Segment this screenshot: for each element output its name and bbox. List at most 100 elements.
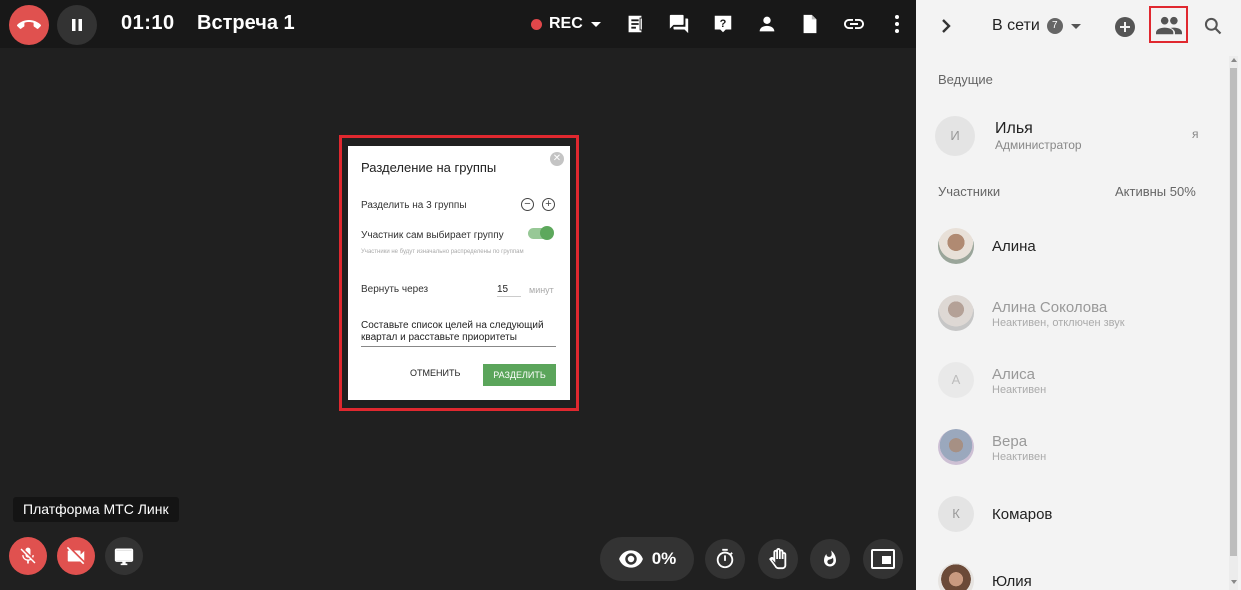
camera-toggle-button[interactable] (57, 537, 95, 575)
camera-off-icon (66, 546, 85, 565)
viewers-stat-button[interactable]: 0% (600, 537, 694, 581)
participant-role: Администратор (995, 138, 1082, 152)
raise-hand-button[interactable] (758, 539, 798, 579)
participant-button[interactable] (754, 11, 780, 37)
avatar: А (938, 362, 974, 398)
participant-row[interactable]: Алина Соколова Неактивен, отключен звук (916, 283, 1226, 343)
top-toolbar: 01:10 Встреча 1 REC ? (0, 0, 916, 48)
link-button[interactable] (841, 11, 867, 37)
online-filter-dropdown[interactable]: В сети 7 (992, 17, 1081, 35)
close-icon[interactable]: ✕ (550, 152, 564, 166)
platform-tooltip: Платформа МТС Линк (13, 497, 179, 522)
avatar (938, 429, 974, 465)
picture-in-picture-button[interactable] (863, 539, 903, 579)
svg-text:?: ? (720, 18, 727, 30)
avatar (938, 295, 974, 331)
notes-button[interactable] (622, 11, 648, 37)
participant-row[interactable]: Алина (916, 216, 1226, 276)
avatar: К (938, 496, 974, 532)
avatar: И (935, 116, 975, 156)
end-call-icon (17, 20, 41, 29)
pause-button[interactable] (57, 5, 97, 45)
viewers-value: 0% (651, 549, 677, 568)
increase-groups-button[interactable]: + (542, 198, 555, 211)
record-label: REC (549, 15, 583, 32)
participant-row[interactable]: Юлия (916, 551, 1226, 590)
participant-name: Вера (992, 433, 1028, 450)
chat-button[interactable] (666, 11, 692, 37)
toggle-knob (540, 226, 554, 240)
end-call-button[interactable] (9, 5, 49, 45)
participant-icon (759, 16, 775, 32)
eye-icon (618, 550, 643, 568)
participant-name: Комаров (992, 506, 1053, 523)
participants-panel: В сети 7 Ведущие И Илья Администратор я … (916, 0, 1241, 590)
participant-status: Неактивен (992, 384, 1047, 396)
self-choose-label: Участник сам выбирает группу (361, 230, 504, 241)
chevron-down-icon (1070, 23, 1081, 29)
chevron-right-icon[interactable] (938, 16, 954, 36)
pip-icon (871, 549, 895, 569)
search-icon[interactable] (1203, 16, 1223, 36)
hosts-section-label: Ведущие (938, 72, 993, 87)
reactions-button[interactable] (810, 539, 850, 579)
record-dot-icon (531, 18, 542, 30)
avatar (938, 228, 974, 264)
online-label: В сети (992, 17, 1040, 34)
more-vertical-icon (895, 15, 899, 33)
avatar (938, 563, 974, 590)
decrease-groups-button[interactable]: − (521, 198, 534, 211)
participant-name: Алина Соколова (992, 299, 1108, 316)
meeting-title: Встреча 1 (197, 12, 295, 34)
meeting-timer: 01:10 (121, 12, 175, 34)
participants-section-label: Участники (938, 184, 1001, 199)
participant-name: Илья (995, 120, 1033, 137)
return-after-label: Вернуть через (361, 284, 429, 295)
participant-status: Неактивен (992, 451, 1047, 463)
participant-row[interactable]: А Алиса Неактивен (916, 350, 1226, 410)
active-percent-label: Активны 50% (1115, 184, 1196, 199)
pause-icon (72, 19, 82, 31)
questions-button[interactable]: ? (710, 11, 736, 37)
panel-scrollbar[interactable] (1229, 56, 1238, 590)
participant-name: Алина (992, 238, 1036, 255)
split-count-label: Разделить на 3 группы (361, 200, 467, 211)
group-task-textarea[interactable]: Составьте список целей на следующий квар… (361, 320, 556, 347)
document-button[interactable] (797, 11, 823, 37)
participant-row[interactable]: Вера Неактивен (916, 417, 1226, 477)
return-minutes-input[interactable] (497, 282, 521, 297)
dialog-title: Разделение на группы (361, 160, 497, 175)
question-icon: ? (714, 15, 732, 33)
mic-off-icon (20, 547, 36, 564)
link-icon (844, 19, 864, 29)
breakout-groups-dialog: Разделение на группы ✕ Разделить на 3 гр… (348, 146, 570, 400)
return-unit-label: минут (529, 285, 554, 295)
participant-name: Юлия (992, 573, 1032, 590)
panel-header: В сети 7 (916, 0, 1241, 52)
people-icon[interactable] (1156, 14, 1182, 36)
self-choose-hint: Участники не будут изначально распределе… (361, 249, 524, 255)
screen-share-button[interactable] (105, 537, 143, 575)
scroll-thumb[interactable] (1230, 68, 1237, 556)
scroll-down-arrow-icon[interactable] (1231, 580, 1237, 584)
more-button[interactable] (884, 11, 910, 37)
timer-button[interactable] (705, 539, 745, 579)
fire-icon (824, 550, 836, 567)
scroll-up-arrow-icon[interactable] (1231, 58, 1237, 62)
host-row[interactable]: И Илья Администратор я (916, 104, 1226, 164)
monitor-icon (114, 548, 134, 566)
chat-icon (669, 14, 689, 34)
participant-name: Алиса (992, 366, 1035, 383)
participant-row[interactable]: К Комаров (916, 484, 1226, 544)
microphone-toggle-button[interactable] (9, 537, 47, 575)
self-choose-toggle[interactable] (528, 226, 554, 240)
chevron-down-icon (590, 21, 601, 27)
add-participant-button[interactable] (1115, 17, 1135, 37)
plus-icon (1120, 22, 1130, 32)
record-button[interactable]: REC (531, 15, 601, 33)
cancel-button[interactable]: ОТМЕНИТЬ (410, 368, 460, 378)
participant-status: Неактивен, отключен звук (992, 317, 1125, 329)
self-marker: я (1192, 127, 1199, 141)
notes-icon (628, 15, 643, 33)
split-button[interactable]: РАЗДЕЛИТЬ (483, 364, 556, 386)
